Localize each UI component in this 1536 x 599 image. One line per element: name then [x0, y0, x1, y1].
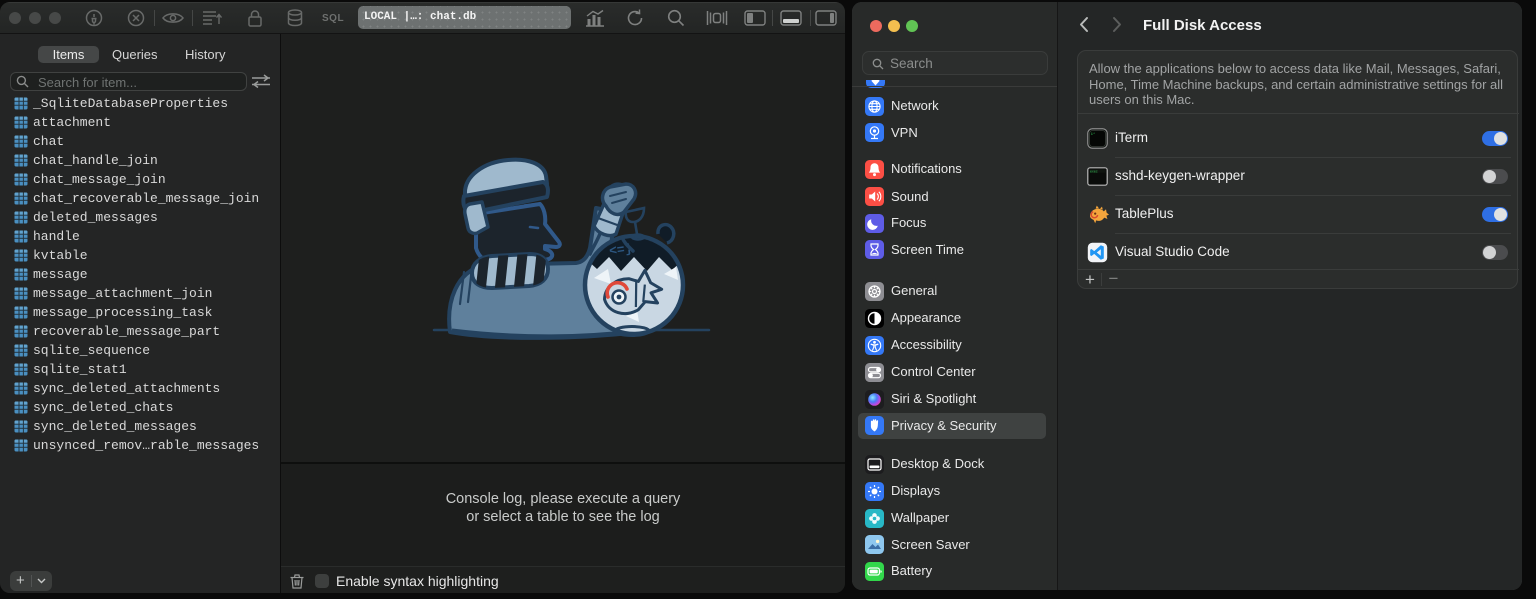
- svg-text:1*: 1*: [1091, 131, 1095, 136]
- svg-text:exec: exec: [1090, 169, 1098, 173]
